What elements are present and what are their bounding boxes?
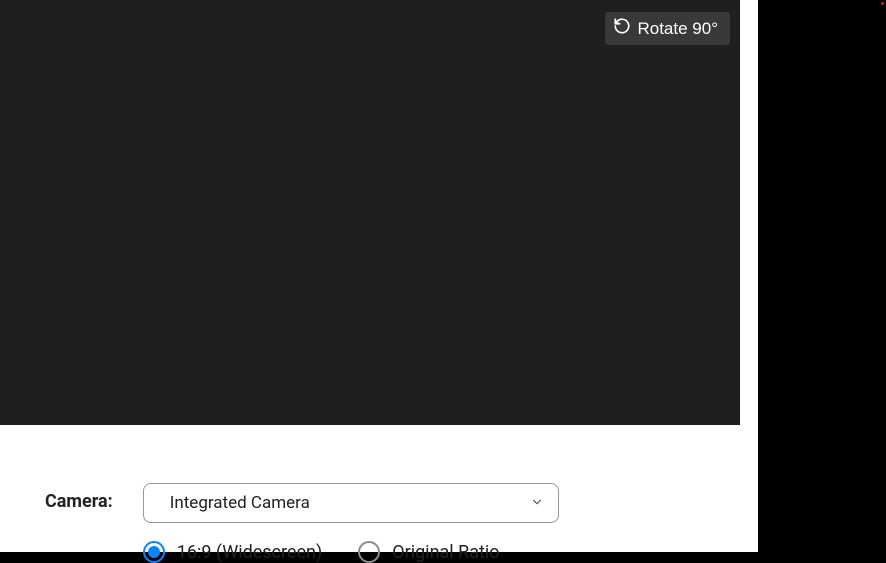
rotate-button-label: Rotate 90° <box>637 19 718 39</box>
camera-select[interactable]: Integrated Camera <box>143 483 559 523</box>
aspect-radio-original[interactable]: Original Ratio <box>358 541 499 563</box>
camera-controls: Camera: Integrated Camera 16:9 (Widescre… <box>0 425 758 563</box>
indicator-dot <box>881 2 884 5</box>
camera-preview: Rotate 90° <box>0 0 740 425</box>
camera-label: Camera: <box>45 483 113 512</box>
radio-label: 16:9 (Widescreen) <box>177 542 322 563</box>
rotate-icon <box>613 17 631 40</box>
radio-icon <box>358 541 380 563</box>
chevron-down-icon <box>530 494 544 513</box>
radio-icon <box>143 541 165 563</box>
camera-options-column: Integrated Camera 16:9 (Widescreen) Orig… <box>143 483 559 563</box>
aspect-ratio-group: 16:9 (Widescreen) Original Ratio <box>143 541 559 563</box>
camera-select-value: Integrated Camera <box>170 493 310 513</box>
radio-label: Original Ratio <box>392 542 499 563</box>
aspect-radio-widescreen[interactable]: 16:9 (Widescreen) <box>143 541 322 563</box>
rotate-90-button[interactable]: Rotate 90° <box>605 12 730 45</box>
settings-panel: Rotate 90° Camera: Integrated Camera 16:… <box>0 0 758 552</box>
